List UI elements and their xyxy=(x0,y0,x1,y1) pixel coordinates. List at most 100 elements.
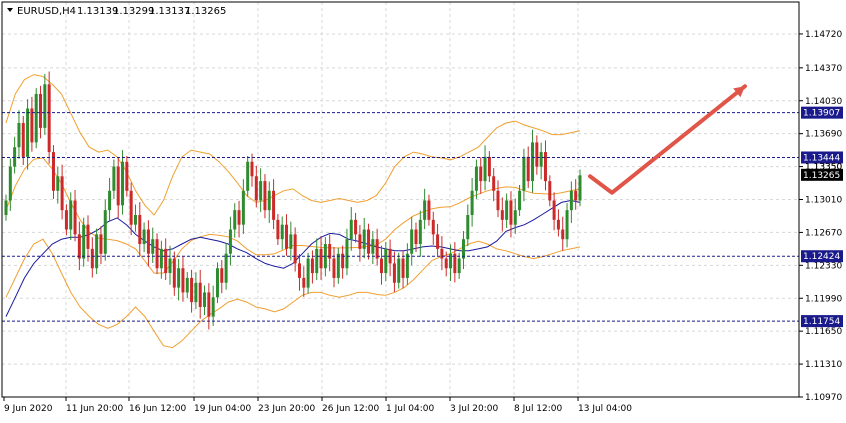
x-tick-label: 8 Jul 12:00 xyxy=(514,404,563,414)
candle-body xyxy=(194,282,198,303)
candle-body xyxy=(552,200,556,220)
candle-body xyxy=(43,84,47,128)
level-price-tag-label: 1.11754 xyxy=(803,317,840,327)
candle-body xyxy=(474,166,478,191)
candle-body xyxy=(146,229,150,254)
candle-body xyxy=(526,156,530,182)
chart-header: EURUSD,H4 1.13139 1.13299 1.13137 1.1326… xyxy=(7,6,226,17)
chart-background xyxy=(0,0,846,419)
candle-body xyxy=(133,214,137,225)
chart-window[interactable]: 1.14720 1.14370 1.14030 1.13690 1.13350 1.130… xyxy=(0,0,846,419)
candle-body xyxy=(293,234,297,264)
candle-body xyxy=(60,176,64,211)
candle-body xyxy=(367,229,371,254)
candle-body xyxy=(306,258,310,288)
candle-body xyxy=(125,161,129,191)
price-chart[interactable]: 1.147201.143701.140301.136901.133501.130… xyxy=(0,0,846,419)
candle-body xyxy=(543,152,547,182)
candle-body xyxy=(99,234,103,254)
candle-body xyxy=(423,200,427,220)
candle-body xyxy=(4,200,8,215)
candle-body xyxy=(332,258,336,278)
candle-body xyxy=(522,156,526,191)
candle-body xyxy=(151,239,155,254)
candle-body xyxy=(509,200,513,225)
candle-body xyxy=(518,190,522,211)
candle-body xyxy=(237,210,241,225)
candle-body xyxy=(556,219,560,230)
candle-body xyxy=(310,258,314,274)
candle-body xyxy=(315,248,319,274)
candle-body xyxy=(13,147,17,167)
candle-body xyxy=(548,181,552,201)
candle-body xyxy=(280,224,284,240)
x-tick-label: 23 Jun 20:00 xyxy=(258,404,315,414)
y-tick-label: 1.14370 xyxy=(805,64,842,74)
x-tick-label: 26 Jun 12:00 xyxy=(322,404,379,414)
y-tick-label: 1.12330 xyxy=(805,261,842,271)
candle-body xyxy=(272,190,276,220)
y-tick-label: 1.10970 xyxy=(805,393,842,403)
candle-body xyxy=(574,190,578,201)
candle-body xyxy=(405,253,409,278)
candle-body xyxy=(539,152,543,167)
candle-body xyxy=(142,229,146,245)
candle-body xyxy=(487,156,491,177)
candle-body xyxy=(34,93,38,143)
candle-body xyxy=(203,292,207,307)
candle-body xyxy=(95,234,99,269)
candle-body xyxy=(26,108,30,157)
current-price-tag-label: 1.13265 xyxy=(803,171,840,181)
candle-body xyxy=(164,248,168,274)
candle-body xyxy=(336,253,340,278)
x-tick-label: 9 Jun 2020 xyxy=(4,404,53,414)
candle-body xyxy=(362,229,366,249)
x-tick-label: 1 Jul 04:00 xyxy=(386,404,435,414)
candle-body xyxy=(246,161,250,191)
y-tick-label: 1.12670 xyxy=(805,228,842,238)
candle-body xyxy=(384,248,388,274)
candle-body xyxy=(241,190,245,225)
candle-body xyxy=(112,166,116,191)
y-tick-label: 1.11310 xyxy=(805,360,842,370)
x-tick-label: 11 Jun 20:00 xyxy=(66,404,123,414)
candle-body xyxy=(436,234,440,249)
candle-body xyxy=(116,166,120,206)
candle-body xyxy=(302,277,306,288)
candle-body xyxy=(69,200,73,230)
candle-body xyxy=(47,84,51,153)
candle-body xyxy=(578,175,582,201)
candle-body xyxy=(418,219,422,245)
candle-body xyxy=(431,219,435,235)
candle-body xyxy=(181,268,185,293)
candle-body xyxy=(215,268,219,298)
candle-body xyxy=(457,258,461,274)
candle-body xyxy=(319,248,323,269)
candle-body xyxy=(17,123,21,148)
candle-body xyxy=(565,210,569,240)
candle-body xyxy=(129,190,133,225)
candle-body xyxy=(207,292,211,317)
candle-body xyxy=(267,190,271,211)
candle-body xyxy=(513,210,517,225)
ohlc-close: 1.13265 xyxy=(185,6,226,17)
level-price-tag-label: 1.13907 xyxy=(803,109,840,119)
candle-body xyxy=(250,161,254,177)
candle-body xyxy=(285,224,289,249)
candle-body xyxy=(466,214,470,240)
candle-body xyxy=(461,239,465,259)
candle-body xyxy=(440,248,444,259)
candle-body xyxy=(121,161,125,206)
candle-body xyxy=(375,239,379,259)
y-tick-label: 1.11650 xyxy=(805,327,842,337)
candle-body xyxy=(483,156,487,182)
candle-body xyxy=(349,219,353,240)
candle-body xyxy=(297,263,301,278)
candle-body xyxy=(172,258,176,288)
candle-body xyxy=(397,258,401,283)
y-tick-label: 1.13010 xyxy=(805,196,842,206)
candle-body xyxy=(470,190,474,215)
y-tick-label: 1.13690 xyxy=(805,130,842,140)
candle-body xyxy=(505,200,509,220)
candle-body xyxy=(410,229,414,254)
